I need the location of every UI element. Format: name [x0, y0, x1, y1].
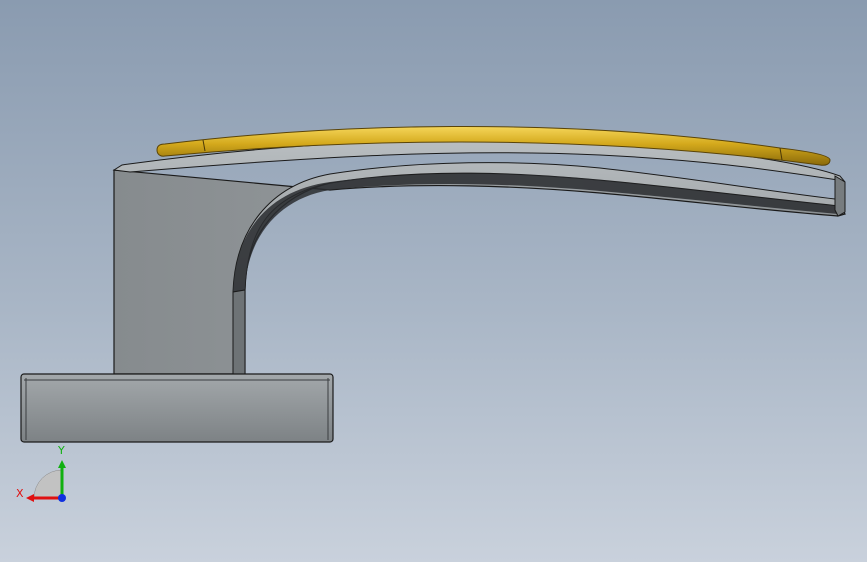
neck-curve-face: [232, 289, 246, 375]
door-handle-model[interactable]: [0, 0, 867, 562]
graphics-viewport[interactable]: X Y: [0, 0, 867, 562]
z-axis-dot: [58, 494, 66, 502]
triad-quadrant: [33, 469, 63, 499]
orientation-triad: X Y: [16, 444, 66, 502]
x-axis-arrowhead: [26, 494, 34, 502]
y-axis-arrowhead: [58, 460, 66, 468]
y-axis-label: Y: [57, 444, 65, 457]
rose-base-plate[interactable]: [20, 373, 334, 443]
x-axis-label: X: [16, 487, 24, 500]
lever-end-cap: [834, 175, 846, 217]
